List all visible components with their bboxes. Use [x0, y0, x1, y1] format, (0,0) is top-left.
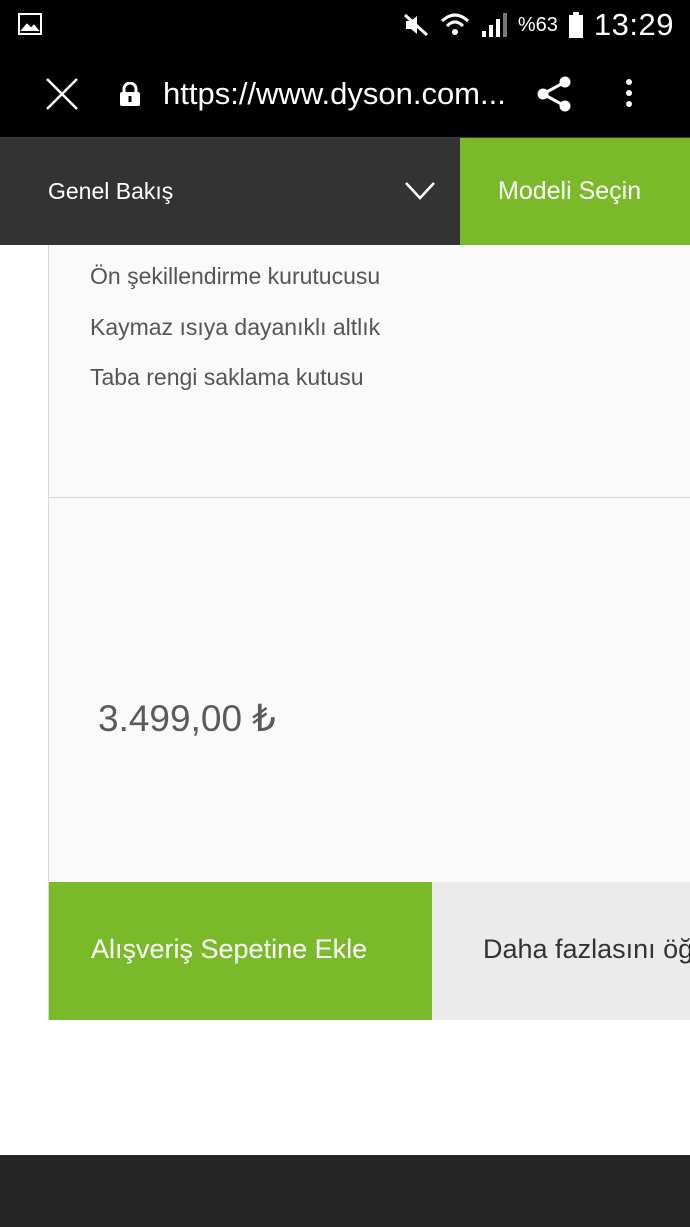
select-model-button[interactable]: Modeli Seçin [460, 138, 690, 245]
add-to-cart-label: Alışveriş Sepetine Ekle [91, 934, 368, 964]
share-icon[interactable] [535, 76, 573, 112]
page-footer [0, 1155, 690, 1227]
more-options-icon[interactable] [620, 76, 638, 112]
overview-dropdown-label: Genel Bakış [48, 178, 174, 204]
battery-icon [568, 12, 583, 38]
status-icons: %63 13:29 [402, 0, 674, 50]
battery-percent: %63 [517, 13, 558, 36]
signal-icon [481, 13, 507, 37]
feature-item: Ön şekillendirme kurutucusu [90, 263, 381, 289]
close-icon[interactable] [44, 76, 80, 112]
select-model-label: Modeli Seçin [498, 177, 642, 205]
product-subnav: Genel Bakış Modeli Seçin [0, 138, 690, 245]
product-panel: Ön şekillendirme kurutucusu Kaymaz ısıya… [48, 245, 690, 1020]
feature-item: Kaymaz ısıya dayanıklı altlık [90, 314, 381, 340]
feature-item: Taba rengi saklama kutusu [90, 364, 364, 390]
status-bar: %63 13:29 [0, 0, 690, 50]
learn-more-button[interactable]: Daha fazlasını öğrenin [432, 882, 690, 1020]
overview-dropdown[interactable]: Genel Bakış [0, 138, 460, 245]
mute-icon [403, 13, 428, 37]
divider [49, 497, 690, 498]
learn-more-label: Daha fazlasını öğrenin [483, 934, 690, 964]
url-field[interactable]: https://www.dyson.com... [163, 76, 506, 112]
gallery-icon [18, 13, 42, 35]
product-price: 3.499,00 ₺ [98, 698, 276, 739]
wifi-icon [440, 13, 469, 35]
browser-toolbar: https://www.dyson.com... [0, 50, 690, 138]
lock-icon [120, 82, 140, 106]
clock: 13:29 [593, 7, 674, 42]
add-to-cart-button[interactable]: Alışveriş Sepetine Ekle [49, 882, 432, 1020]
chevron-down-icon [405, 182, 435, 200]
